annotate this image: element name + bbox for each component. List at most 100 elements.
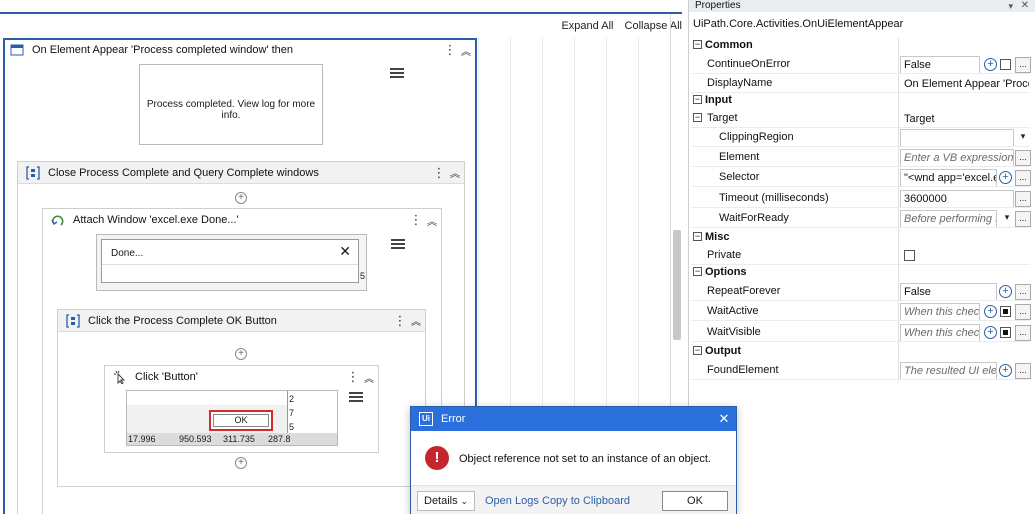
category-options[interactable]: − Options xyxy=(691,264,1030,282)
ellipsis-button[interactable]: ... xyxy=(1015,211,1031,227)
category-common[interactable]: − Common xyxy=(691,37,1030,55)
sequence-header[interactable]: Close Process Complete and Query Complet… xyxy=(18,162,464,184)
collapse-toggle-icon[interactable]: − xyxy=(693,40,702,49)
ellipsis-button[interactable]: ... xyxy=(1015,170,1031,186)
category-misc[interactable]: − Misc xyxy=(691,229,1030,247)
property-target: − Target Target xyxy=(691,110,1030,128)
property-continue-on-error: ContinueOnError False + ... xyxy=(691,56,1031,74)
designer-scrollbar-thumb[interactable] xyxy=(673,230,681,340)
add-activity-plus-icon[interactable]: + xyxy=(235,348,247,360)
collapse-toggle-icon[interactable]: − xyxy=(693,346,702,355)
close-icon[interactable]: ✕ xyxy=(712,411,736,427)
pin-icon[interactable]: ▾ xyxy=(1008,0,1013,12)
attach-window-icon xyxy=(51,213,65,227)
attach-window-header[interactable]: Attach Window 'excel.exe Done...' ⋮ ︽ xyxy=(43,209,441,231)
collapse-chevron-icon[interactable]: ︽ xyxy=(446,165,464,180)
add-variable-icon[interactable]: + xyxy=(999,285,1012,298)
add-activity-plus-icon[interactable]: + xyxy=(235,457,247,469)
property-clipping-region: ClippingRegion ▾ xyxy=(691,129,1030,147)
collapse-all-link[interactable]: Collapse All xyxy=(625,20,682,32)
preview-ok-button: OK xyxy=(213,414,269,427)
add-variable-icon[interactable]: + xyxy=(999,364,1012,377)
click-button-activity[interactable]: Click 'Button' ⋮ ︽ OK 2 7 5 17.996 950.5… xyxy=(104,365,379,453)
on-element-appear-header[interactable]: On Element Appear 'Process completed win… xyxy=(5,40,475,60)
wait-active-checkbox[interactable] xyxy=(1000,306,1011,317)
copy-to-clipboard-link[interactable]: Copy to Clipboard xyxy=(542,495,630,507)
wait-for-ready-input[interactable]: Before performing th xyxy=(900,210,997,228)
property-found-element: FoundElement The resulted UI eleme + ... xyxy=(691,362,1031,380)
hamburger-menu-icon[interactable] xyxy=(391,239,405,251)
ellipsis-button[interactable]: ... xyxy=(1015,150,1031,166)
collapse-chevron-icon[interactable]: ︽ xyxy=(423,213,441,228)
close-windows-sequence[interactable]: Close Process Complete and Query Complet… xyxy=(17,161,465,514)
property-wait-active: WaitActive When this check + ... xyxy=(691,303,1031,321)
wait-visible-checkbox[interactable] xyxy=(1000,327,1011,338)
preview-window: Done... ✕ xyxy=(101,239,359,283)
properties-panel: Properties ▾ ✕ UiPath.Core.Activities.On… xyxy=(688,0,1035,514)
wait-visible-input[interactable]: When this check xyxy=(900,324,980,342)
collapse-toggle-icon[interactable]: − xyxy=(693,113,702,122)
dropdown-arrow-icon[interactable]: ▾ xyxy=(999,211,1015,227)
ellipsis-button[interactable]: ... xyxy=(1015,191,1031,207)
repeat-forever-value[interactable]: False xyxy=(900,283,997,301)
property-selector: Selector "<wnd app='excel.ex + ... xyxy=(691,169,1031,187)
preview-cell: 17.996 xyxy=(128,434,156,444)
add-variable-icon[interactable]: + xyxy=(984,326,997,339)
collapse-chevron-icon[interactable]: ︽ xyxy=(457,43,475,58)
sequence-header[interactable]: Click the Process Complete OK Button ⋮ ︽ xyxy=(58,310,425,332)
timeout-input[interactable]: 3600000 xyxy=(900,190,1014,208)
wait-active-input[interactable]: When this check xyxy=(900,303,980,321)
dropdown-arrow-icon[interactable]: ▾ xyxy=(1015,130,1031,146)
activity-title: On Element Appear 'Process completed win… xyxy=(32,44,294,56)
error-message: Object reference not set to an instance … xyxy=(459,453,711,465)
add-variable-icon[interactable]: + xyxy=(984,58,997,71)
sequence-icon xyxy=(66,313,80,328)
hamburger-menu-icon[interactable] xyxy=(390,68,404,80)
property-wait-for-ready: WaitForReady Before performing th ▾ ... xyxy=(691,210,1031,228)
collapse-toggle-icon[interactable]: − xyxy=(693,95,702,104)
property-timeout: Timeout (milliseconds) 3600000 ... xyxy=(691,190,1031,208)
add-variable-icon[interactable]: + xyxy=(999,171,1012,184)
expand-all-link[interactable]: Expand All xyxy=(561,20,613,32)
display-name-value[interactable]: On Element Appear 'Process c xyxy=(900,75,1030,93)
open-logs-link[interactable]: Open Logs xyxy=(485,495,539,507)
more-options-icon[interactable]: ⋮ xyxy=(393,313,407,329)
clipping-region-value[interactable] xyxy=(900,129,1014,147)
click-button-header[interactable]: Click 'Button' ⋮ ︽ xyxy=(105,366,378,388)
ellipsis-button[interactable]: ... xyxy=(1015,363,1031,379)
hamburger-menu-icon[interactable] xyxy=(349,392,363,404)
click-ok-sequence[interactable]: Click the Process Complete OK Button ⋮ ︽… xyxy=(57,309,426,487)
continue-on-error-checkbox[interactable] xyxy=(1000,59,1011,70)
category-input[interactable]: − Input xyxy=(691,92,1030,110)
close-icon[interactable]: ✕ xyxy=(1021,0,1029,12)
ok-button[interactable]: OK xyxy=(662,491,728,511)
on-element-appear-activity[interactable]: On Element Appear 'Process completed win… xyxy=(3,38,477,514)
add-variable-icon[interactable]: + xyxy=(984,305,997,318)
ellipsis-button[interactable]: ... xyxy=(1015,325,1031,341)
collapse-chevron-icon[interactable]: ︽ xyxy=(360,370,378,385)
selector-input[interactable]: "<wnd app='excel.ex xyxy=(900,169,997,187)
more-options-icon[interactable]: ⋮ xyxy=(409,212,423,228)
collapse-toggle-icon[interactable]: − xyxy=(693,232,702,241)
found-element-input[interactable]: The resulted UI eleme xyxy=(900,362,997,380)
attach-window-activity[interactable]: Attach Window 'excel.exe Done...' ⋮ ︽ Do… xyxy=(42,208,442,514)
add-activity-plus-icon[interactable]: + xyxy=(235,192,247,204)
click-cursor-icon xyxy=(113,370,127,385)
private-checkbox[interactable] xyxy=(904,250,915,261)
more-options-icon[interactable]: ⋮ xyxy=(443,42,457,58)
details-dropdown[interactable]: Details ⌄ xyxy=(417,491,475,511)
more-options-icon[interactable]: ⋮ xyxy=(346,369,360,385)
preview-text: Process completed. View log for more inf… xyxy=(146,99,316,121)
ellipsis-button[interactable]: ... xyxy=(1015,304,1031,320)
property-display-name: DisplayName On Element Appear 'Process c xyxy=(691,75,1030,93)
element-input[interactable]: Enter a VB expression xyxy=(900,149,1014,167)
window-preview-image: Done... ✕ 5 xyxy=(96,234,367,291)
more-options-icon[interactable]: ⋮ xyxy=(432,165,446,181)
category-output[interactable]: − Output xyxy=(691,343,1030,361)
collapse-chevron-icon[interactable]: ︽ xyxy=(407,313,425,328)
ellipsis-button[interactable]: ... xyxy=(1015,57,1031,73)
properties-title-bar: Properties ▾ ✕ xyxy=(689,0,1035,12)
continue-on-error-value[interactable]: False xyxy=(900,56,980,74)
ellipsis-button[interactable]: ... xyxy=(1015,284,1031,300)
collapse-toggle-icon[interactable]: − xyxy=(693,267,702,276)
